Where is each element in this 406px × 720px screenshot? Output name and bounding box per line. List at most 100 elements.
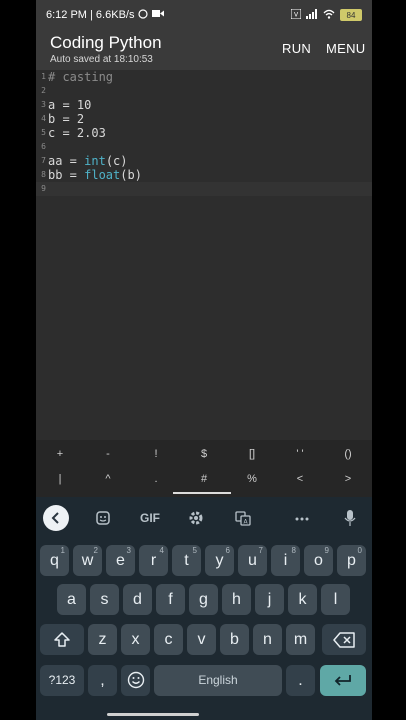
key-p[interactable]: p0: [337, 545, 366, 576]
key-j[interactable]: j: [255, 584, 284, 615]
key-t[interactable]: t5: [172, 545, 201, 576]
symbol-key[interactable]: $: [180, 443, 228, 465]
code-plain: (c): [105, 154, 128, 168]
run-button[interactable]: RUN: [282, 41, 311, 56]
key-alt-label: 7: [258, 546, 263, 555]
key-d[interactable]: d: [123, 584, 152, 615]
translate-icon[interactable]: A: [231, 507, 255, 529]
key-g[interactable]: g: [189, 584, 218, 615]
code-builtin: int: [84, 154, 106, 168]
code-editor[interactable]: 1 # casting 2 3 a = 10 4 b = 2 5 c = 2.0…: [36, 70, 372, 440]
key-i[interactable]: i8: [271, 545, 300, 576]
code-plain: bb =: [48, 168, 85, 182]
emoji-key[interactable]: [121, 665, 150, 696]
symbol-key[interactable]: ' ': [276, 443, 324, 465]
code-text: bb = float(b): [48, 168, 142, 182]
symbol-key[interactable]: !: [132, 443, 180, 465]
key-alt-label: 6: [225, 546, 230, 555]
symbol-key[interactable]: >: [324, 468, 372, 490]
key-v[interactable]: v: [187, 624, 216, 655]
code-text: c = 2.03: [48, 126, 106, 140]
code-line[interactable]: 6: [36, 140, 372, 154]
key-label: y: [215, 552, 224, 569]
key-label: r: [150, 552, 157, 569]
code-line[interactable]: 1 # casting: [36, 70, 372, 84]
soft-keyboard: GIF A q1 w2 e3 r4 t5 y6 u7 i8 o9 p 0 a s…: [36, 497, 372, 720]
video-icon: [152, 9, 165, 21]
key-a[interactable]: a: [57, 584, 86, 615]
code-builtin: float: [84, 168, 121, 182]
key-l[interactable]: l: [321, 584, 350, 615]
code-plain: aa =: [48, 154, 85, 168]
key-r[interactable]: r4: [139, 545, 168, 576]
more-icon[interactable]: [290, 507, 314, 529]
wifi-icon: [323, 9, 335, 22]
code-line[interactable]: 8 bb = float(b): [36, 168, 372, 182]
code-line[interactable]: 5 c = 2.03: [36, 126, 372, 140]
autosave-status: Auto saved at 18:10:53: [50, 54, 153, 65]
symbol-key[interactable]: ^: [84, 468, 132, 490]
key-o[interactable]: o9: [304, 545, 333, 576]
symbol-key[interactable]: #: [180, 468, 228, 490]
gif-icon[interactable]: GIF: [136, 507, 164, 529]
key-c[interactable]: c: [154, 624, 183, 655]
battery-indicator: 84: [340, 9, 362, 21]
code-plain: (b): [120, 168, 142, 182]
key-n[interactable]: n: [253, 624, 282, 655]
key-h[interactable]: h: [222, 584, 251, 615]
symbol-key[interactable]: +: [36, 443, 84, 465]
code-line[interactable]: 7 aa = int(c): [36, 154, 372, 168]
mic-icon[interactable]: [338, 507, 362, 529]
backspace-key[interactable]: [322, 624, 366, 655]
code-line[interactable]: 4 b = 2: [36, 112, 372, 126]
period-key[interactable]: .: [286, 665, 315, 696]
code-line[interactable]: 3 a = 10: [36, 98, 372, 112]
code-line-current[interactable]: 9: [36, 182, 372, 196]
key-b[interactable]: b: [220, 624, 249, 655]
sticker-icon[interactable]: [91, 507, 115, 529]
key-label: p: [347, 552, 356, 569]
line-number: 6: [41, 142, 46, 151]
symbol-key[interactable]: |: [36, 468, 84, 490]
line-number: 1: [41, 72, 46, 81]
menu-button[interactable]: MENU: [326, 41, 365, 56]
key-f[interactable]: f: [156, 584, 185, 615]
key-y[interactable]: y6: [205, 545, 234, 576]
key-w[interactable]: w2: [73, 545, 102, 576]
key-label: t: [184, 552, 189, 569]
gesture-nav-bar[interactable]: [107, 713, 199, 716]
key-alt-label: 3: [126, 546, 131, 555]
key-s[interactable]: s: [90, 584, 119, 615]
symbol-row: + - ! $ [] ' ' (): [36, 443, 372, 465]
symbol-key[interactable]: %: [228, 468, 276, 490]
enter-key[interactable]: [320, 665, 366, 696]
line-number: 4: [41, 114, 46, 123]
settings-gear-icon[interactable]: [184, 507, 208, 529]
code-line[interactable]: 2: [36, 84, 372, 98]
line-number: 3: [41, 100, 46, 109]
key-k[interactable]: k: [288, 584, 317, 615]
key-z[interactable]: z: [88, 624, 117, 655]
key-e[interactable]: e3: [106, 545, 135, 576]
phone-screen: 6:12 PM | 6.6KB/s V 84 Coding Python Aut…: [36, 0, 372, 720]
symbol-key[interactable]: .: [132, 468, 180, 490]
line-number: 7: [41, 156, 46, 165]
key-m[interactable]: m: [286, 624, 315, 655]
shift-key[interactable]: [40, 624, 84, 655]
key-x[interactable]: x: [121, 624, 150, 655]
comma-key[interactable]: ,: [88, 665, 117, 696]
key-q[interactable]: q1: [40, 545, 69, 576]
symbol-key[interactable]: (): [324, 443, 372, 465]
back-chevron-icon[interactable]: [43, 505, 69, 531]
key-u[interactable]: u7: [238, 545, 267, 576]
symbol-key[interactable]: []: [228, 443, 276, 465]
symbol-key[interactable]: -: [84, 443, 132, 465]
symbols-key[interactable]: ?123: [40, 665, 84, 696]
key-alt-label: 5: [192, 546, 197, 555]
symbol-key[interactable]: <: [276, 468, 324, 490]
app-title: Coding Python: [50, 33, 162, 52]
key-label: w: [81, 552, 94, 569]
space-bar[interactable]: English: [154, 665, 282, 696]
key-label: i: [283, 552, 288, 569]
status-time: 6:12 PM | 6.6KB/s: [46, 9, 135, 21]
